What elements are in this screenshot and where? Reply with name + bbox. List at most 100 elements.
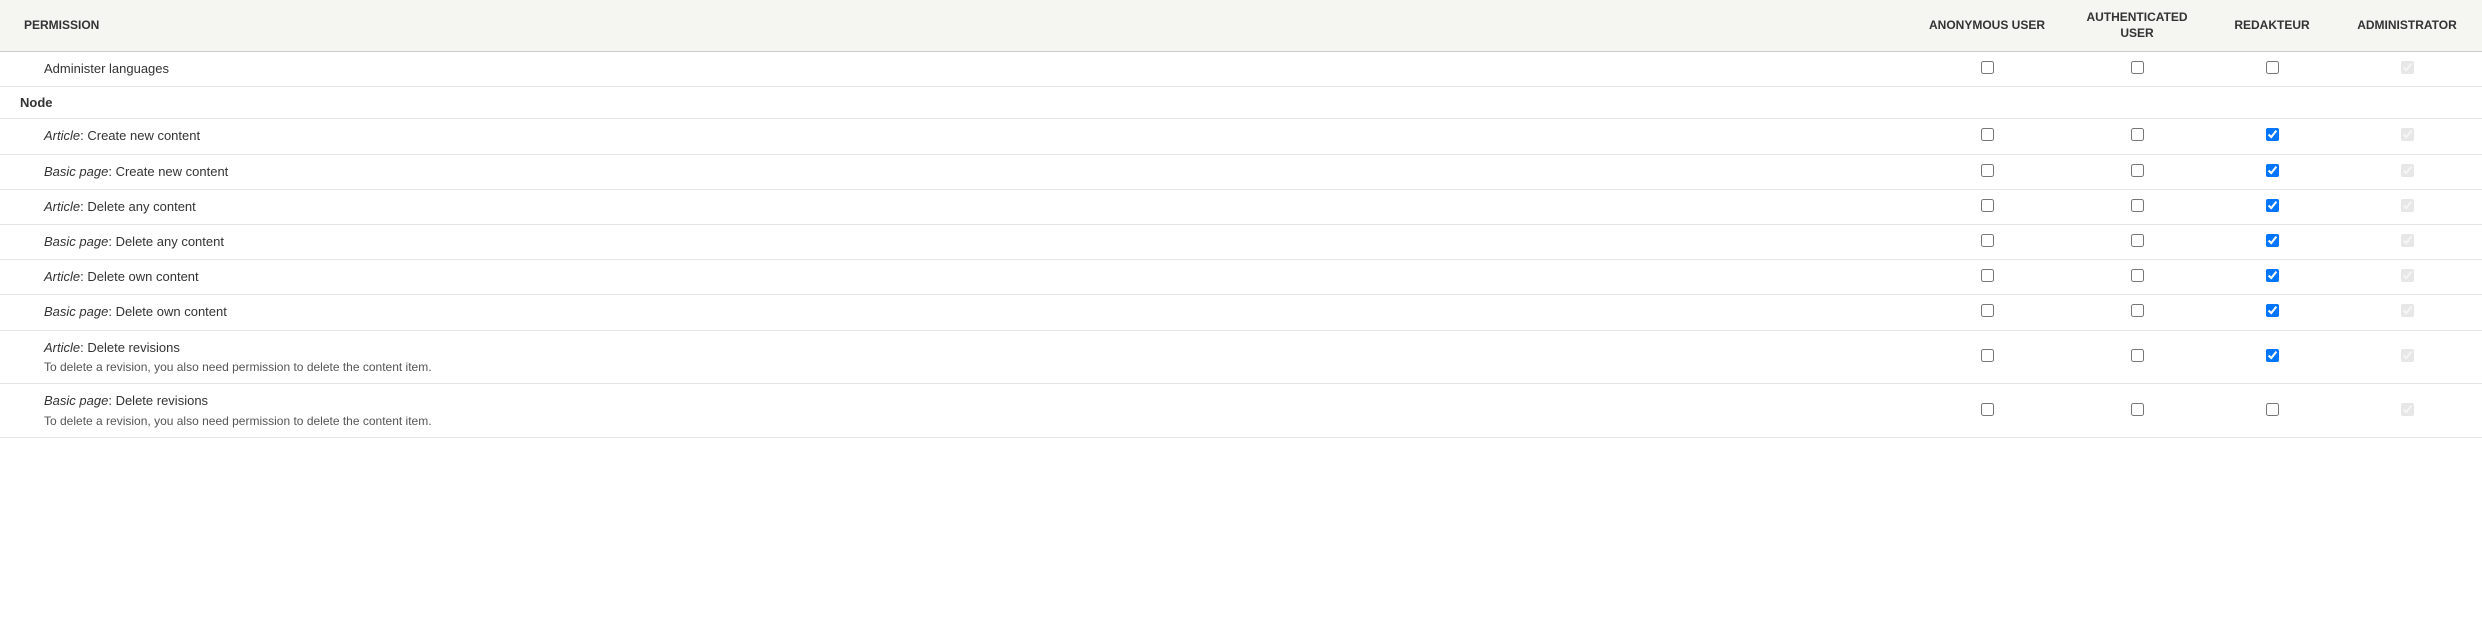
- checkbox-cell: [2332, 260, 2482, 295]
- permission-label-cell: Basic page: Create new content: [0, 154, 1912, 189]
- permission-checkbox: [2401, 164, 2414, 177]
- permission-checkbox[interactable]: [2266, 61, 2279, 74]
- permission-checkbox[interactable]: [1981, 128, 1994, 141]
- permissions-table: Permission Anonymous User Authenticated …: [0, 0, 2482, 438]
- permission-label-cell: Basic page: Delete any content: [0, 224, 1912, 259]
- permission-checkbox[interactable]: [2131, 164, 2144, 177]
- checkbox-cell: [1912, 224, 2062, 259]
- header-role-administrator: Administrator: [2332, 0, 2482, 52]
- permission-label: Delete own content: [116, 304, 227, 319]
- checkbox-cell: [2212, 260, 2332, 295]
- header-role-authenticated: Authenticated User: [2062, 0, 2212, 52]
- checkbox-cell: [2062, 384, 2212, 438]
- table-row: Article: Delete own content: [0, 260, 2482, 295]
- table-row: Article: Delete revisionsTo delete a rev…: [0, 330, 2482, 384]
- permission-checkbox[interactable]: [1981, 61, 1994, 74]
- checkbox-cell: [2062, 154, 2212, 189]
- permission-checkbox[interactable]: [2131, 349, 2144, 362]
- checkbox-cell: [1912, 154, 2062, 189]
- permission-checkbox: [2401, 61, 2414, 74]
- permission-checkbox[interactable]: [2131, 128, 2144, 141]
- permission-label: Delete revisions: [116, 393, 209, 408]
- permission-label: Delete any content: [116, 234, 224, 249]
- permission-checkbox[interactable]: [1981, 199, 1994, 212]
- permission-checkbox[interactable]: [1981, 164, 1994, 177]
- permission-checkbox[interactable]: [2266, 199, 2279, 212]
- checkbox-cell: [2062, 224, 2212, 259]
- permission-checkbox[interactable]: [1981, 349, 1994, 362]
- checkbox-cell: [2332, 330, 2482, 384]
- checkbox-cell: [2332, 295, 2482, 330]
- checkbox-cell: [1912, 119, 2062, 154]
- permission-checkbox[interactable]: [1981, 304, 1994, 317]
- permission-label: Administer languages: [44, 61, 169, 76]
- checkbox-cell: [1912, 330, 2062, 384]
- permission-type-prefix: Basic page: [44, 164, 108, 179]
- checkbox-cell: [2062, 330, 2212, 384]
- checkbox-cell: [2212, 295, 2332, 330]
- permission-checkbox[interactable]: [2131, 199, 2144, 212]
- permission-checkbox[interactable]: [2266, 128, 2279, 141]
- table-row: Administer languages: [0, 52, 2482, 87]
- permission-type-prefix: Article: [44, 128, 80, 143]
- checkbox-cell: [1912, 52, 2062, 87]
- checkbox-cell: [1912, 384, 2062, 438]
- checkbox-cell: [2332, 52, 2482, 87]
- permission-label: Delete revisions: [87, 340, 180, 355]
- permission-description: To delete a revision, you also need perm…: [44, 413, 1904, 430]
- permission-checkbox[interactable]: [2131, 304, 2144, 317]
- section-row: Node: [0, 87, 2482, 119]
- checkbox-cell: [1912, 189, 2062, 224]
- permission-checkbox[interactable]: [2131, 234, 2144, 247]
- checkbox-cell: [2062, 119, 2212, 154]
- permission-checkbox[interactable]: [2266, 269, 2279, 282]
- permission-checkbox[interactable]: [2131, 269, 2144, 282]
- permission-type-prefix: Article: [44, 269, 80, 284]
- permission-label: Create new content: [116, 164, 229, 179]
- section-label: Node: [0, 87, 2482, 119]
- checkbox-cell: [2212, 52, 2332, 87]
- permission-checkbox[interactable]: [2266, 234, 2279, 247]
- permission-type-prefix: Article: [44, 340, 80, 355]
- permission-label: Delete own content: [87, 269, 198, 284]
- permission-label: Delete any content: [87, 199, 195, 214]
- checkbox-cell: [1912, 260, 2062, 295]
- header-role-redakteur: Redakteur: [2212, 0, 2332, 52]
- checkbox-cell: [2332, 224, 2482, 259]
- permission-label-cell: Article: Delete any content: [0, 189, 1912, 224]
- permission-checkbox: [2401, 128, 2414, 141]
- checkbox-cell: [2212, 154, 2332, 189]
- checkbox-cell: [2332, 189, 2482, 224]
- checkbox-cell: [2332, 384, 2482, 438]
- permission-checkbox[interactable]: [2266, 403, 2279, 416]
- permission-checkbox[interactable]: [2131, 403, 2144, 416]
- checkbox-cell: [1912, 295, 2062, 330]
- checkbox-cell: [2212, 330, 2332, 384]
- permission-checkbox[interactable]: [1981, 269, 1994, 282]
- permission-checkbox[interactable]: [2266, 304, 2279, 317]
- permission-type-prefix: Article: [44, 199, 80, 214]
- permission-checkbox: [2401, 234, 2414, 247]
- permission-checkbox[interactable]: [2266, 349, 2279, 362]
- permission-checkbox: [2401, 349, 2414, 362]
- table-row: Article: Create new content: [0, 119, 2482, 154]
- checkbox-cell: [2062, 295, 2212, 330]
- checkbox-cell: [2062, 260, 2212, 295]
- checkbox-cell: [2062, 52, 2212, 87]
- header-permission: Permission: [0, 0, 1912, 52]
- table-header-row: Permission Anonymous User Authenticated …: [0, 0, 2482, 52]
- permission-description: To delete a revision, you also need perm…: [44, 359, 1904, 376]
- permission-label-cell: Article: Create new content: [0, 119, 1912, 154]
- permission-checkbox[interactable]: [2131, 61, 2144, 74]
- table-row: Basic page: Delete own content: [0, 295, 2482, 330]
- permission-label-cell: Article: Delete revisionsTo delete a rev…: [0, 330, 1912, 384]
- permission-checkbox[interactable]: [2266, 164, 2279, 177]
- permission-label-cell: Article: Delete own content: [0, 260, 1912, 295]
- header-role-anonymous: Anonymous User: [1912, 0, 2062, 52]
- checkbox-cell: [2212, 119, 2332, 154]
- permission-checkbox[interactable]: [1981, 403, 1994, 416]
- permission-checkbox[interactable]: [1981, 234, 1994, 247]
- checkbox-cell: [2332, 154, 2482, 189]
- checkbox-cell: [2332, 119, 2482, 154]
- checkbox-cell: [2212, 384, 2332, 438]
